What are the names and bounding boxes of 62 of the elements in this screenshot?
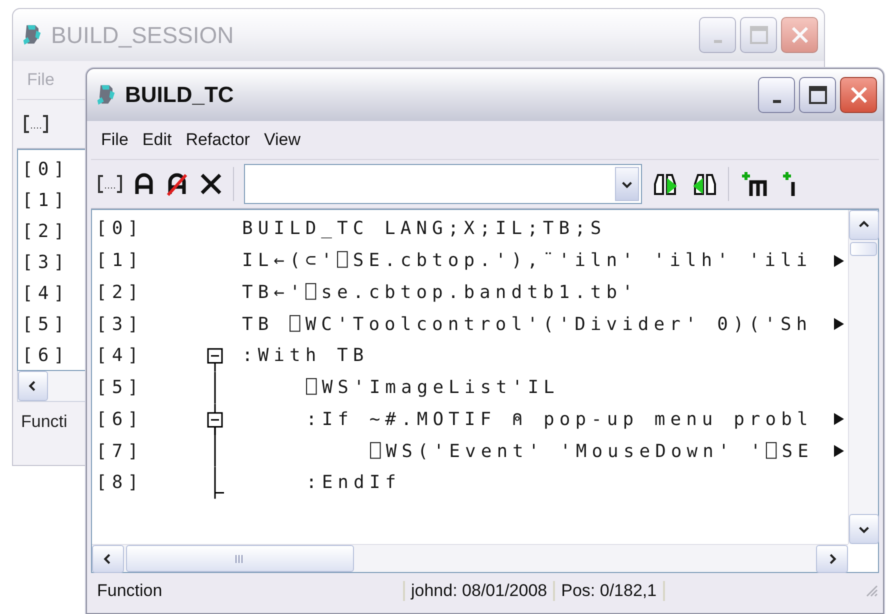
- line-number: [0]: [22, 158, 70, 182]
- close-button[interactable]: [840, 77, 877, 113]
- collapse-toggle[interactable]: [207, 404, 223, 436]
- status-text: johnd: 08/01/2008: [405, 581, 556, 601]
- window-title: BUILD_SESSION: [51, 22, 234, 48]
- resize-grip-icon[interactable]: [865, 584, 879, 598]
- line-number: [1]: [96, 250, 145, 272]
- brackets-icon[interactable]: [23, 114, 49, 134]
- status-text: Function: [91, 581, 405, 601]
- arch-icon[interactable]: [133, 172, 155, 196]
- menu-item[interactable]: File: [95, 126, 134, 154]
- line-number: [3]: [22, 251, 70, 275]
- arch-crossed-icon[interactable]: [165, 172, 189, 196]
- menu-item[interactable]: Edit: [136, 126, 178, 154]
- code-line: TB ⎕WC'Toolcontrol'('Divider' 0)('Sh: [242, 314, 812, 335]
- scroll-down-button[interactable]: [849, 514, 879, 544]
- fold-line: [214, 372, 216, 404]
- scroll-right-button[interactable]: [816, 545, 848, 573]
- line-number: [2]: [22, 220, 70, 244]
- code-line: BUILD_TC LANG;X;IL;TB;S: [242, 218, 606, 240]
- line-number: [4]: [22, 282, 70, 306]
- code-line: :With TB: [242, 345, 369, 366]
- close-icon: [790, 25, 810, 45]
- code-line: TB←'⎕se.cbtop.bandtb1.tb': [242, 282, 638, 303]
- maximize-button[interactable]: [799, 77, 836, 113]
- scroll-left-button[interactable]: [92, 545, 124, 573]
- line-number: [0]: [96, 218, 145, 240]
- minimize-icon: [714, 40, 722, 42]
- minimize-button[interactable]: [758, 77, 795, 113]
- line-number: [6]: [96, 408, 145, 430]
- scroll-left-button[interactable]: [18, 371, 48, 401]
- scroll-thumb[interactable]: [850, 242, 877, 256]
- cross-icon[interactable]: [199, 172, 223, 196]
- status-text: Functi: [20, 411, 68, 433]
- line-number: [7]: [96, 440, 145, 462]
- code-line: ⎕WS('Event' 'MouseDown' '⎕SE: [369, 440, 814, 462]
- menu-item[interactable]: View: [258, 126, 306, 154]
- brackets-icon[interactable]: [97, 174, 123, 194]
- menu-item[interactable]: Refactor: [180, 126, 256, 154]
- grip-icon: [235, 554, 245, 564]
- line-number: [8]: [96, 472, 145, 494]
- line-number: [5]: [22, 313, 70, 337]
- minimize-icon: [772, 100, 780, 102]
- line-number: [3]: [96, 314, 145, 335]
- code-line: :If ~#.MOTIF ⍝ pop-up menu probl: [305, 408, 813, 430]
- line-number: [1]: [22, 189, 70, 213]
- window-title: BUILD_TC: [125, 82, 234, 108]
- dropdown-button[interactable]: [615, 167, 639, 201]
- line-number: [2]: [96, 282, 145, 303]
- code-line: IL←(⊂'⎕SE.cbtop.'),¨'iln' 'ilh' 'ili: [242, 250, 812, 272]
- line-number: [4]: [96, 345, 145, 366]
- status-text: Pos: 0/182,1: [555, 581, 665, 601]
- scroll-up-button[interactable]: [849, 210, 879, 240]
- code-line: ⎕WS'ImageList'IL: [305, 377, 560, 398]
- line-number: [5]: [96, 377, 145, 398]
- scroll-thumb[interactable]: [126, 545, 354, 572]
- plus-icon[interactable]: [781, 170, 795, 198]
- code-line: :EndIf: [305, 472, 402, 494]
- line-number: [6]: [22, 344, 70, 368]
- maximize-icon: [808, 85, 828, 105]
- maximize-icon: [748, 25, 768, 45]
- close-icon: [848, 85, 868, 105]
